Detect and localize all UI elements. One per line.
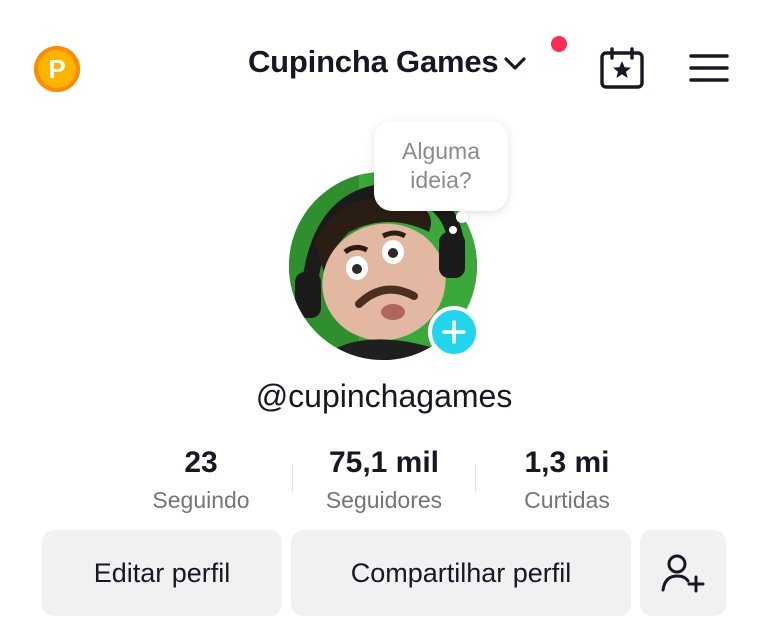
stat-label: Seguidores (325, 487, 443, 513)
edit-profile-label: Editar perfil (93, 557, 231, 588)
bubble-tail-dot (456, 211, 468, 223)
calendar-star-icon[interactable] (600, 47, 644, 89)
share-profile-button[interactable]: Compartilhar perfil (291, 530, 631, 616)
stat-label: Seguindo (152, 487, 250, 513)
stat-label: Curtidas (524, 487, 610, 513)
note-prompt-text: Alguma ideia? (402, 138, 480, 193)
hamburger-menu-icon[interactable] (689, 53, 729, 83)
stat-value: 1,3 mi (524, 446, 610, 479)
stat-value: 23 (184, 446, 218, 479)
add-friend-button[interactable] (640, 530, 726, 616)
stat-followers[interactable]: 75,1 mil Seguidores (293, 444, 475, 516)
account-switcher[interactable]: Cupincha Games (248, 44, 527, 80)
share-profile-label: Compartilhar perfil (350, 557, 572, 588)
bubble-tail-dot-small (449, 226, 457, 234)
stat-value: 75,1 mil (328, 446, 440, 479)
note-prompt-bubble[interactable]: Alguma ideia? (374, 121, 508, 211)
username: @cupinchagames (255, 378, 513, 414)
coin-icon[interactable]: P (34, 46, 80, 92)
profile-stats: 23 Seguindo 75,1 mil Seguidores 1,3 mi C… (110, 444, 658, 516)
coin-letter: P (48, 53, 66, 84)
stat-following[interactable]: 23 Seguindo (110, 444, 292, 516)
account-title: Cupincha Games (248, 44, 499, 79)
stat-likes[interactable]: 1,3 mi Curtidas (476, 444, 658, 516)
person-add-icon (661, 554, 705, 593)
profile-screen: P Cupincha Games Alguma ideia? @cupincha… (0, 0, 768, 639)
chevron-down-icon (504, 57, 527, 70)
edit-profile-button[interactable]: Editar perfil (42, 530, 282, 616)
add-story-button[interactable] (428, 306, 480, 358)
notification-dot (551, 36, 567, 52)
plus-icon (442, 320, 466, 344)
